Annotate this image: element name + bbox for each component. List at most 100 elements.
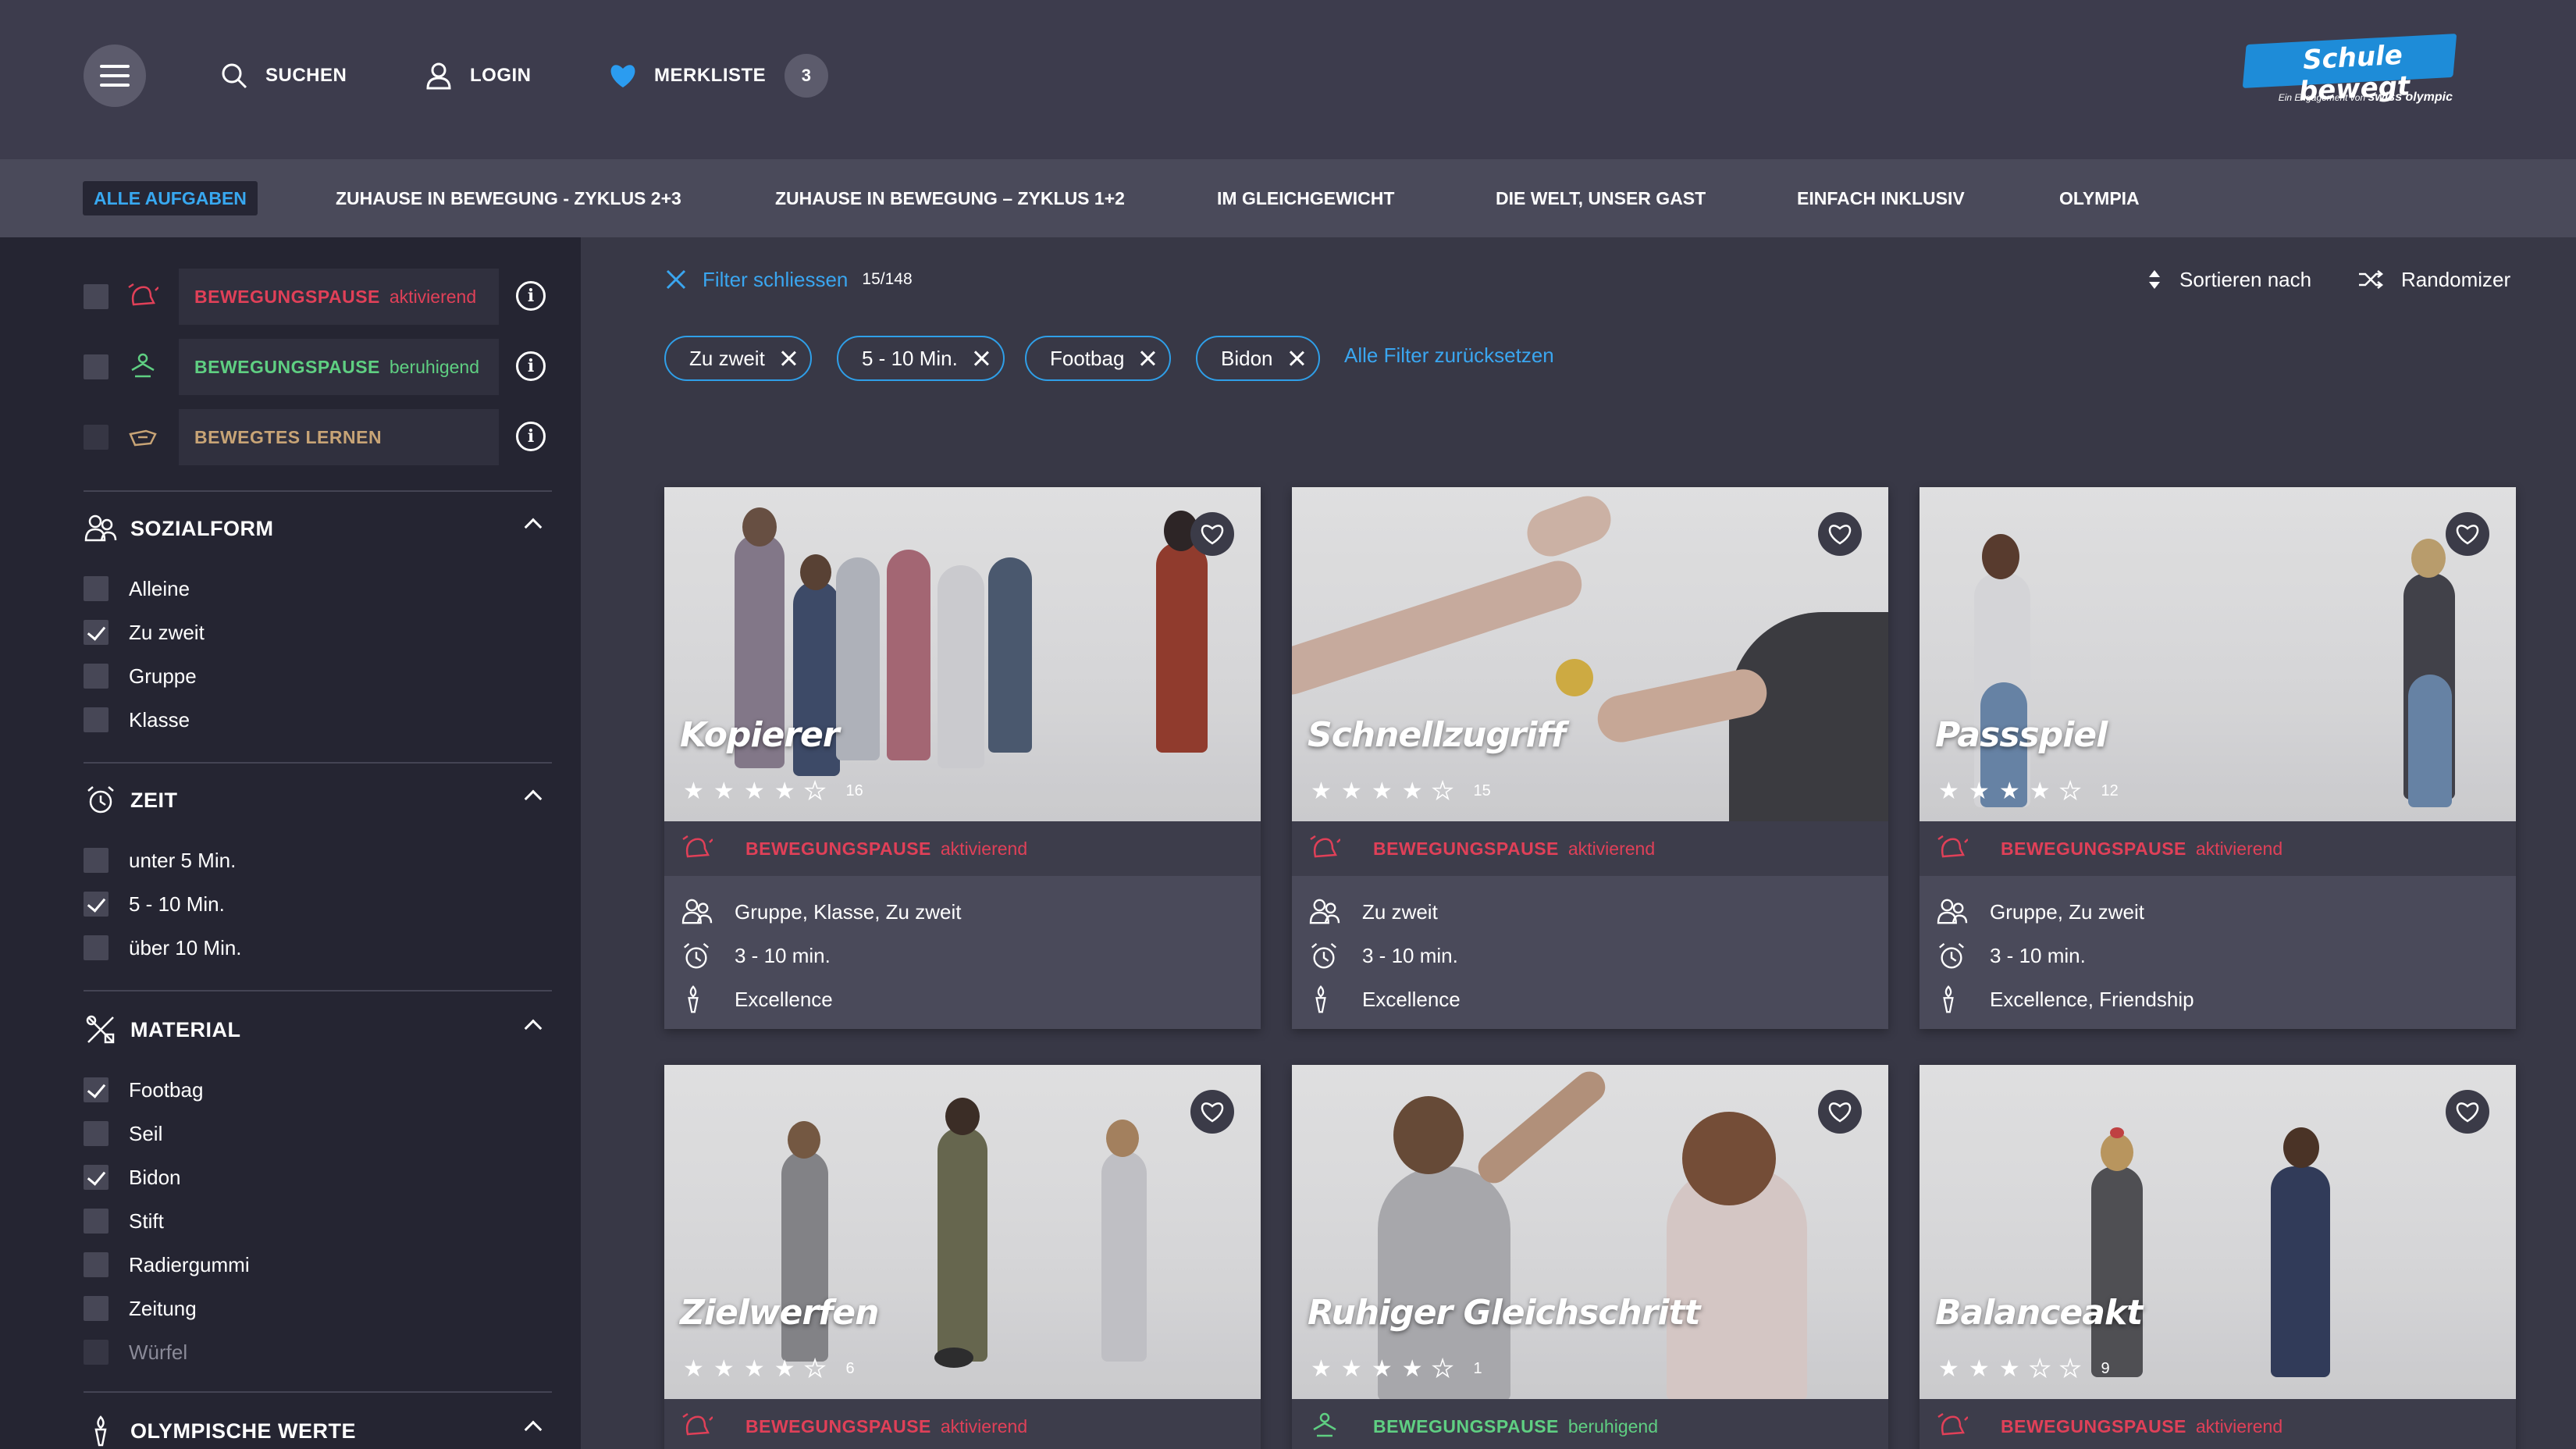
section-header-material[interactable]: MATERIAL — [84, 1010, 552, 1049]
meta-social-text: Gruppe, Zu zweit — [1990, 899, 2144, 924]
card-type-bar: BEWEGUNGSPAUSE aktivierend — [664, 1399, 1261, 1449]
divider — [84, 762, 552, 764]
filter-chip[interactable]: 5 - 10 Min. — [837, 336, 1005, 381]
favorite-heart-button[interactable] — [1818, 1090, 1862, 1134]
checkbox[interactable] — [84, 1209, 109, 1234]
checkbox[interactable] — [84, 664, 109, 689]
exercise-card[interactable]: Ruhiger Gleichschritt ★ ★ ★ ★ ★ 1 BEWEGUNGSP… — [1292, 1065, 1888, 1449]
checkbox[interactable] — [84, 425, 109, 450]
filter-chip[interactable]: Bidon — [1196, 336, 1320, 381]
photo-figure — [2411, 539, 2446, 578]
exercise-card[interactable]: Passspiel ★ ★ ★ ★ ★ 12 BEWEGUNGSPAUSE aktivi… — [1920, 487, 2516, 1029]
option-stift[interactable]: Stift — [84, 1205, 164, 1237]
option-footbag[interactable]: Footbag — [84, 1074, 203, 1105]
checkbox[interactable] — [84, 1340, 109, 1365]
photo-figure — [1471, 1065, 1612, 1190]
exercise-card[interactable]: Schnellzugriff ★ ★ ★ ★ ★ 15 BEWEGUNGSPAUSE a… — [1292, 487, 1888, 1029]
close-filter-button[interactable]: Filter schliessen 15/148 — [665, 262, 913, 297]
checkbox[interactable] — [84, 707, 109, 732]
category-tab-home-2-3[interactable]: ZUHAUSE IN BEWEGUNG - ZYKLUS 2+3 — [336, 181, 681, 215]
checkbox[interactable] — [84, 576, 109, 601]
option-over-10[interactable]: über 10 Min. — [84, 932, 242, 963]
info-icon[interactable]: i — [516, 422, 546, 451]
checkbox[interactable] — [84, 354, 109, 379]
section-header-sozialform[interactable]: SOZIALFORM — [84, 509, 552, 548]
checkbox[interactable] — [84, 935, 109, 960]
star-icon: ★ — [1968, 1356, 1990, 1382]
search-nav-button[interactable]: SUCHEN — [217, 59, 347, 93]
login-nav-button[interactable]: LOGIN — [422, 59, 532, 93]
checkbox-checked[interactable] — [84, 620, 109, 645]
category-tab-all[interactable]: ALLE AUFGABEN — [83, 181, 258, 215]
checkbox[interactable] — [84, 1296, 109, 1321]
option-wuerfel[interactable]: Würfel — [84, 1337, 187, 1368]
category-tab-world-guest[interactable]: DIE WELT, UNSER GAST — [1496, 181, 1706, 215]
rating-stars: ★ ★ ★ ★ ★ 6 — [683, 1355, 855, 1383]
option-label: Alleine — [129, 576, 190, 600]
rating-count: 9 — [2101, 1360, 2110, 1377]
section-header-olympic-values[interactable]: OLYMPISCHE WERTE — [84, 1412, 552, 1449]
favorite-heart-button[interactable] — [2446, 1090, 2489, 1134]
option-radiergummi[interactable]: Radiergummi — [84, 1249, 250, 1280]
exercise-card[interactable]: Kopierer ★ ★ ★ ★ ★ 16 BEWEGUNGSPAUSE aktivie… — [664, 487, 1261, 1029]
schule-bewegt-logo[interactable]: Schule bewegt Ein Engagement von swiss o… — [2242, 34, 2457, 120]
result-count: 15/148 — [862, 270, 913, 288]
type-filter-calming[interactable]: BEWEGUNGSPAUSE beruhigend i — [84, 339, 552, 395]
category-tab-inclusive[interactable]: EINFACH INKLUSIV — [1797, 181, 1965, 215]
option-seil[interactable]: Seil — [84, 1118, 162, 1149]
sort-button[interactable]: Sortieren nach — [2148, 262, 2311, 297]
chip-label: Zu zweit — [689, 346, 765, 370]
checkbox[interactable] — [84, 848, 109, 873]
filter-chip[interactable]: Zu zweit — [664, 336, 812, 381]
rating-stars: ★ ★ ★ ★ ★ 16 — [683, 778, 863, 805]
divider — [84, 1391, 552, 1393]
category-tab-home-1-2[interactable]: ZUHAUSE IN BEWEGUNG – ZYKLUS 1+2 — [775, 181, 1125, 215]
option-klasse[interactable]: Klasse — [84, 704, 190, 735]
option-under-5[interactable]: unter 5 Min. — [84, 845, 236, 876]
option-zeitung[interactable]: Zeitung — [84, 1293, 197, 1324]
watchlist-nav-button[interactable]: MERKLISTE 3 — [606, 53, 829, 98]
option-zu-zweit[interactable]: Zu zweit — [84, 617, 205, 648]
checkbox-checked[interactable] — [84, 892, 109, 917]
photo-figure — [887, 550, 930, 760]
type-filter-learning[interactable]: BEWEGTES LERNEN i — [84, 409, 552, 465]
favorite-heart-button[interactable] — [1190, 1090, 1234, 1134]
option-bidon[interactable]: Bidon — [84, 1162, 181, 1193]
remove-chip-icon[interactable] — [1289, 351, 1304, 366]
info-icon[interactable]: i — [516, 281, 546, 311]
favorite-heart-button[interactable] — [2446, 512, 2489, 556]
option-gruppe[interactable]: Gruppe — [84, 660, 197, 692]
search-label: SUCHEN — [265, 65, 347, 86]
remove-chip-icon[interactable] — [973, 351, 989, 366]
category-tab-balance[interactable]: IM GLEICHGEWICHT — [1217, 181, 1394, 215]
favorite-heart-button[interactable] — [1818, 512, 1862, 556]
exercise-card[interactable]: Balanceakt ★ ★ ★ ★ ★ 9 BEWEGUNGSPAUSE aktivi… — [1920, 1065, 2516, 1449]
option-5-10[interactable]: 5 - 10 Min. — [84, 888, 225, 920]
favorite-heart-button[interactable] — [1190, 512, 1234, 556]
card-meta: Zu zweit 3 - 10 min. Excellence — [1292, 876, 1888, 1029]
checkbox[interactable] — [84, 1121, 109, 1146]
remove-chip-icon[interactable] — [1140, 351, 1155, 366]
star-icon: ★ — [713, 1356, 735, 1382]
category-tab-olympia[interactable]: OLYMPIA — [2059, 181, 2140, 215]
info-icon[interactable]: i — [516, 351, 546, 381]
checkbox-checked[interactable] — [84, 1077, 109, 1102]
type-main-label: BEWEGUNGSPAUSE — [745, 1415, 931, 1437]
group-icon — [1937, 898, 1968, 926]
exercise-card[interactable]: Zielwerfen ★ ★ ★ ★ ★ 6 BEWEGUNGSPAUSE aktivi… — [664, 1065, 1261, 1449]
randomizer-button[interactable]: Randomizer — [2357, 262, 2510, 297]
section-header-zeit[interactable]: ZEIT — [84, 781, 552, 820]
reset-filters-link[interactable]: Alle Filter zurücksetzen — [1344, 344, 1554, 368]
checkbox-checked[interactable] — [84, 1165, 109, 1190]
photo-figure — [2110, 1127, 2124, 1138]
star-icon: ★ — [1340, 778, 1362, 804]
filter-chip[interactable]: Footbag — [1025, 336, 1172, 381]
type-filter-activating[interactable]: BEWEGUNGSPAUSE aktivierend i — [84, 269, 552, 325]
checkbox[interactable] — [84, 284, 109, 309]
card-title: Ruhiger Gleichschritt — [1308, 1293, 1701, 1333]
option-alleine[interactable]: Alleine — [84, 573, 190, 604]
photo-figure — [1393, 1096, 1464, 1174]
checkbox[interactable] — [84, 1252, 109, 1277]
remove-chip-icon[interactable] — [781, 351, 796, 366]
hamburger-menu-button[interactable] — [84, 45, 146, 107]
